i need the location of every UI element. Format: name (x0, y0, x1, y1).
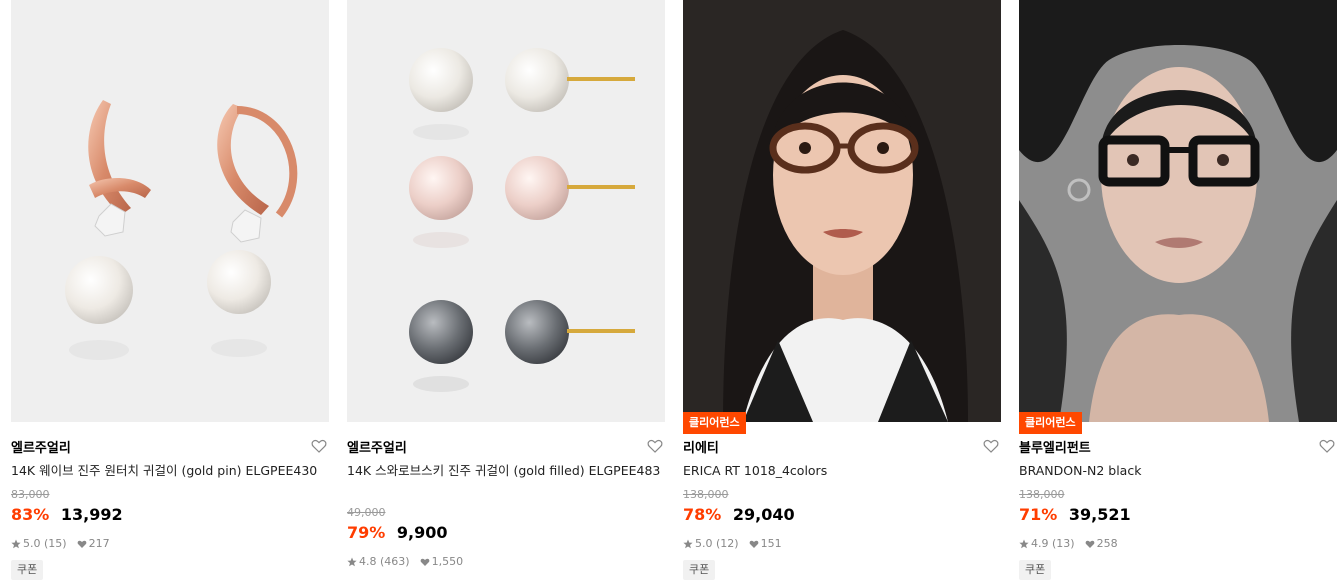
review-meta: 4.8 (463) 1,550 (347, 555, 463, 568)
brand-name[interactable]: 리에티 (683, 437, 719, 456)
coupon-badge: 쿠폰 (1019, 560, 1052, 580)
like-count: 1,550 (431, 555, 464, 568)
product-card[interactable]: 엘르주얼리 14K 스와로브스키 진주 귀걸이 (gold filled) EL… (347, 0, 665, 587)
price-row: 79% 9,900 (347, 523, 447, 542)
price-row: 78% 29,040 (683, 505, 795, 524)
heart-icon[interactable] (311, 438, 327, 454)
product-card[interactable]: 엘르주얼리 14K 웨이브 진주 원터치 귀걸이 (gold pin) ELGP… (11, 0, 329, 587)
sale-price: 13,992 (60, 505, 123, 524)
rating: 4.8 (359, 555, 377, 568)
discount-rate: 79% (347, 523, 386, 542)
rating: 5.0 (23, 537, 41, 550)
clearance-tag: 클리어런스 (683, 412, 746, 434)
like-count: 151 (760, 537, 782, 550)
product-image[interactable] (683, 0, 1001, 422)
heart-icon[interactable] (983, 438, 999, 454)
product-card[interactable]: 클리어런스 리에티 ERICA RT 1018_4colors 138,000 … (683, 0, 1001, 587)
review-meta: 5.0 (15) 217 (11, 537, 110, 550)
product-image[interactable] (1019, 0, 1337, 422)
sale-price: 9,900 (396, 523, 448, 542)
price-row: 83% 13,992 (11, 505, 123, 524)
discount-rate: 78% (683, 505, 722, 524)
discount-rate: 71% (1019, 505, 1058, 524)
sale-price: 29,040 (732, 505, 795, 524)
original-price: 83,000 (11, 488, 50, 501)
star-icon (683, 539, 693, 548)
heart-icon[interactable] (647, 438, 663, 454)
rating: 4.9 (1031, 537, 1049, 550)
brand-name[interactable]: 블루엘리펀트 (1019, 437, 1091, 456)
product-image[interactable] (347, 0, 665, 422)
original-price: 138,000 (683, 488, 729, 501)
product-card[interactable]: 클리어런스 블루엘리펀트 BRANDON-N2 black 138,000 71… (1019, 0, 1337, 587)
review-count: (13) (1052, 537, 1075, 550)
coupon-badge: 쿠폰 (683, 560, 716, 580)
product-name[interactable]: 14K 스와로브스키 진주 귀걸이 (gold filled) ELGPEE48… (347, 462, 663, 480)
review-meta: 4.9 (13) 258 (1019, 537, 1118, 550)
product-image[interactable] (11, 0, 329, 422)
star-icon (11, 539, 21, 548)
rating: 5.0 (695, 537, 713, 550)
heart-filled-icon (1085, 540, 1094, 548)
original-price: 138,000 (1019, 488, 1065, 501)
star-icon (1019, 539, 1029, 548)
product-name[interactable]: BRANDON-N2 black (1019, 462, 1335, 480)
like-count: 258 (1096, 537, 1118, 550)
discount-rate: 83% (11, 505, 50, 524)
heart-filled-icon (77, 540, 86, 548)
brand-name[interactable]: 엘르주얼리 (347, 437, 407, 456)
product-name[interactable]: 14K 웨이브 진주 원터치 귀걸이 (gold pin) ELGPEE430 (11, 462, 327, 480)
product-name[interactable]: ERICA RT 1018_4colors (683, 462, 999, 480)
review-count: (463) (380, 555, 410, 568)
sale-price: 39,521 (1068, 505, 1131, 524)
heart-filled-icon (420, 558, 429, 566)
clearance-tag: 클리어런스 (1019, 412, 1082, 434)
review-count: (15) (44, 537, 67, 550)
heart-filled-icon (749, 540, 758, 548)
coupon-badge: 쿠폰 (11, 560, 44, 580)
heart-icon[interactable] (1319, 438, 1335, 454)
original-price: 49,000 (347, 506, 386, 519)
brand-name[interactable]: 엘르주얼리 (11, 437, 71, 456)
review-meta: 5.0 (12) 151 (683, 537, 782, 550)
review-count: (12) (716, 537, 739, 550)
star-icon (347, 557, 357, 566)
like-count: 217 (88, 537, 110, 550)
price-row: 71% 39,521 (1019, 505, 1131, 524)
